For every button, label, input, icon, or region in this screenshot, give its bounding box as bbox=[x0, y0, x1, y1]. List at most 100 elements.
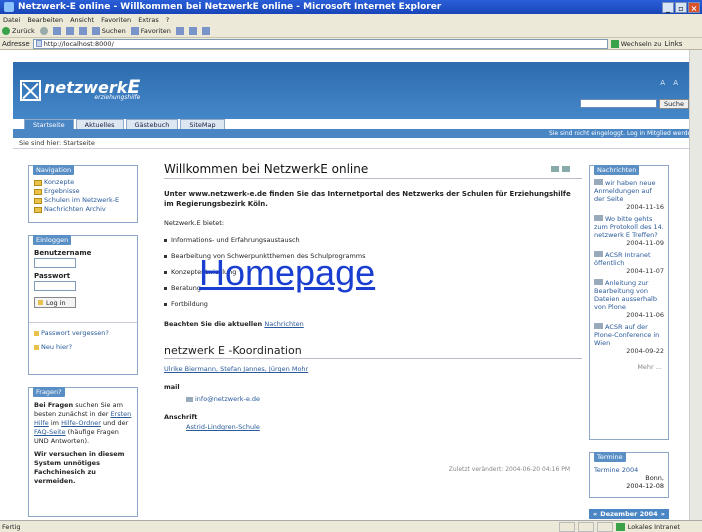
nav-item-ergebnisse[interactable]: Ergebnisse bbox=[34, 187, 132, 196]
news-item[interactable]: Anleitung zur Bearbeitung von Dateien au… bbox=[590, 275, 668, 319]
stop-button[interactable] bbox=[52, 27, 61, 35]
mail-link[interactable]: info@netzwerk-e.de bbox=[186, 395, 582, 403]
nav-item-archiv[interactable]: Nachrichten Archiv bbox=[34, 205, 132, 214]
offers-label: Netzwerk.E bietet: bbox=[164, 219, 225, 227]
links-button[interactable]: Links bbox=[664, 40, 682, 48]
favorites-button[interactable]: Favoriten bbox=[130, 27, 171, 35]
calendar-month: Dezember 2004 bbox=[600, 510, 658, 518]
forward-button[interactable] bbox=[39, 27, 48, 35]
address-label: Adresse bbox=[2, 39, 30, 48]
password-input[interactable] bbox=[34, 281, 76, 291]
questions-portlet: Fragen? Bei Fragen suchen Sie am besten … bbox=[28, 387, 138, 517]
arrow-icon bbox=[34, 330, 39, 336]
lead-text: Unter www.netzwerk-e.de finden Sie das I… bbox=[164, 190, 571, 208]
menu-datei[interactable]: Datei bbox=[3, 16, 20, 24]
news-icon bbox=[594, 179, 603, 185]
print-icon bbox=[201, 27, 210, 35]
go-icon bbox=[610, 39, 619, 48]
arrow-icon bbox=[34, 344, 39, 350]
status-segment bbox=[577, 521, 594, 532]
menu-bearbeiten[interactable]: Bearbeiten bbox=[27, 16, 63, 24]
coordination-title: netzwerk E -Koordination bbox=[164, 344, 582, 359]
password-label: Passwort bbox=[34, 272, 71, 280]
news-icon bbox=[594, 251, 603, 257]
news-item[interactable]: ACSR Intranet öffentlich 2004-11-07 bbox=[590, 247, 668, 275]
status-segment bbox=[596, 521, 613, 532]
address-input[interactable]: http://localhost:8000/ bbox=[32, 38, 608, 49]
nav-item-schulen[interactable]: Schulen im Netzwerk-E bbox=[34, 196, 132, 205]
back-icon bbox=[2, 27, 10, 35]
homepage-overlay-link[interactable]: Homepage bbox=[199, 252, 375, 294]
mail-label: mail bbox=[164, 383, 180, 391]
status-segment bbox=[558, 521, 575, 532]
questions-text: Bei Fragen suchen Sie am besten zunächst… bbox=[34, 401, 132, 445]
key-icon bbox=[38, 300, 43, 305]
site-header: netzwerkE erziehungshilfe A A Suche bbox=[13, 62, 702, 119]
refresh-button[interactable] bbox=[65, 27, 74, 35]
print-button[interactable] bbox=[201, 27, 210, 35]
tab-gaestebuch[interactable]: Gästebuch bbox=[125, 119, 179, 129]
menu-bar: Datei Bearbeiten Ansicht Favoriten Extra… bbox=[0, 14, 702, 25]
coordinator-names[interactable]: Ulrike Biermann, Stefan Jannes, Jürgen M… bbox=[164, 365, 582, 373]
logo-x-icon bbox=[20, 80, 41, 101]
mail-icon bbox=[188, 27, 197, 35]
nav-item-konzepte[interactable]: Konzepte bbox=[34, 178, 132, 187]
site-search-button[interactable]: Suche bbox=[659, 99, 689, 109]
event-item[interactable]: Termine 2004 Bonn, 2004-12-08 bbox=[590, 462, 668, 490]
search-button[interactable]: Suchen bbox=[91, 27, 126, 35]
calendar-prev[interactable]: « bbox=[593, 510, 597, 518]
document-actions bbox=[551, 166, 570, 172]
history-button[interactable] bbox=[175, 27, 184, 35]
scrollbar[interactable] bbox=[689, 50, 702, 520]
news-item[interactable]: wir haben neue Anmeldungen auf der Seite… bbox=[590, 175, 668, 211]
back-button[interactable]: Zurück bbox=[2, 27, 35, 35]
login-title: Einloggen bbox=[33, 235, 72, 245]
menu-favoriten[interactable]: Favoriten bbox=[101, 16, 131, 24]
close-button[interactable]: × bbox=[688, 1, 700, 13]
window-title: Netzwerk-E online - Willkommen bei Netzw… bbox=[18, 2, 442, 12]
minimize-button[interactable]: _ bbox=[662, 1, 674, 13]
mail-icon[interactable] bbox=[551, 166, 559, 172]
status-bar: Fertig Lokales Intranet bbox=[0, 520, 702, 532]
login-portlet: Einloggen Benutzername Passwort Log in P… bbox=[28, 235, 138, 375]
folder-icon bbox=[34, 179, 42, 186]
tab-startseite[interactable]: Startseite bbox=[24, 119, 74, 129]
tab-aktuelles[interactable]: Aktuelles bbox=[75, 119, 124, 129]
menu-extras[interactable]: Extras bbox=[138, 16, 159, 24]
news-item[interactable]: Wo bitte gehts zum Protokoll des 14. net… bbox=[590, 211, 668, 247]
username-input[interactable] bbox=[34, 258, 76, 268]
site-logo[interactable]: netzwerkE erziehungshilfe bbox=[20, 78, 140, 101]
forgot-password-link[interactable]: Passwort vergessen? bbox=[29, 323, 137, 337]
site-search-input[interactable] bbox=[580, 99, 658, 108]
print-icon[interactable] bbox=[562, 166, 570, 172]
calendar-next[interactable]: » bbox=[661, 510, 665, 518]
font-size-controls[interactable]: A A bbox=[660, 79, 681, 87]
stop-icon bbox=[52, 27, 61, 35]
list-item: Fortbildung bbox=[164, 296, 582, 312]
mail-button[interactable] bbox=[188, 27, 197, 35]
news-link[interactable]: Nachrichten bbox=[264, 320, 303, 328]
more-news-link[interactable]: Mehr ... bbox=[590, 355, 668, 371]
go-button[interactable]: Wechseln zu bbox=[610, 39, 661, 48]
menu-ansicht[interactable]: Ansicht bbox=[70, 16, 94, 24]
home-button[interactable] bbox=[78, 27, 87, 35]
hilfe-ordner-link[interactable]: Hilfe-Ordner bbox=[61, 419, 101, 427]
school-link[interactable]: Astrid-Lindgren-Schule bbox=[186, 423, 582, 431]
news-item[interactable]: ACSR auf der Plone-Conference in Wien 200… bbox=[590, 319, 668, 355]
user-bar[interactable]: Sie sind nicht eingeloggt. Log in Mitgli… bbox=[13, 129, 702, 138]
forward-icon bbox=[39, 27, 48, 35]
security-zone: Lokales Intranet bbox=[558, 521, 702, 532]
new-here-link[interactable]: Neu hier? bbox=[29, 337, 137, 351]
envelope-icon bbox=[186, 396, 193, 402]
login-button[interactable]: Log in bbox=[34, 297, 76, 308]
last-modified: Zuletzt verändert: 2004-06-20 04:16 PM bbox=[448, 466, 570, 473]
maximize-button[interactable]: ▫ bbox=[675, 1, 687, 13]
faq-link[interactable]: FAQ-Seite bbox=[34, 428, 66, 436]
address-url: http://localhost:8000/ bbox=[43, 39, 114, 48]
intranet-icon bbox=[615, 522, 625, 531]
site-search: Suche bbox=[580, 99, 689, 109]
tab-sitemap[interactable]: SiteMap bbox=[180, 119, 225, 129]
menu-help[interactable]: ? bbox=[166, 16, 169, 24]
events-portlet: Termine Termine 2004 Bonn, 2004-12-08 bbox=[589, 452, 669, 498]
questions-note: Wir versuchen in diesem System unnötiges… bbox=[34, 450, 125, 485]
